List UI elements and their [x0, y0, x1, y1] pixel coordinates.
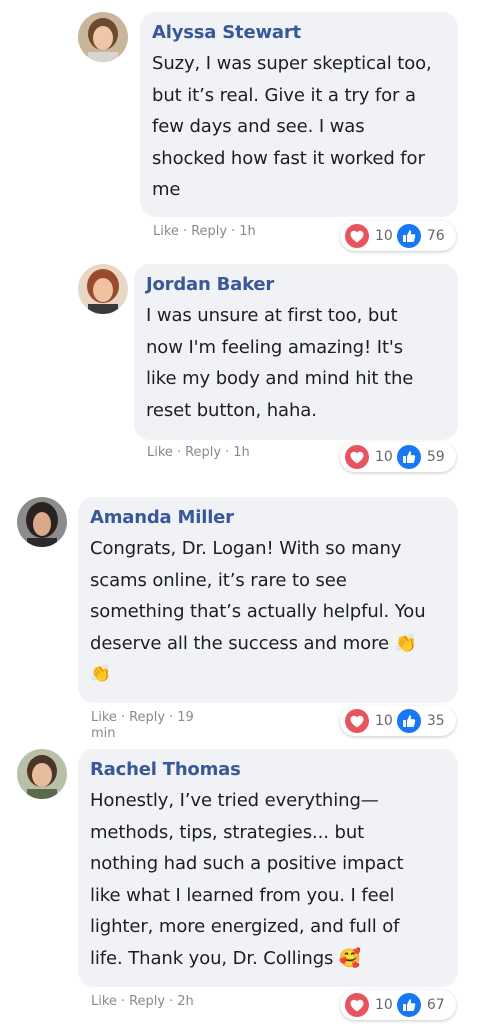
heart-icon — [345, 993, 369, 1017]
comment-line: I was unsure at first too, but — [146, 305, 398, 326]
avatar[interactable] — [17, 749, 67, 799]
separator: · — [120, 710, 126, 725]
heart-icon — [345, 445, 369, 469]
comment-line: reset button, haha. — [146, 399, 317, 421]
comment-line: scams online, it’s rare to see — [90, 569, 347, 591]
comment-line: like my body and mind hit the — [146, 368, 414, 389]
comment-bubble: Amanda Miller Congrats, Dr. Logan! With … — [78, 497, 458, 703]
love-count: 10 — [375, 228, 393, 244]
comment-actions: Like · Reply · 1h — [147, 445, 250, 461]
reactions-pill[interactable]: 10 76 — [340, 221, 456, 251]
separator: · — [182, 224, 188, 239]
love-count: 10 — [375, 713, 393, 729]
comment-line: 👏 — [90, 664, 112, 684]
separator: · — [225, 445, 230, 460]
thumbs-up-icon — [396, 224, 421, 248]
comment-author[interactable]: Alyssa Stewart — [152, 21, 446, 45]
reply-link[interactable]: Reply — [185, 445, 221, 460]
heart-icon — [345, 224, 369, 248]
comment-line: but it’s real. Give it a try for a — [152, 84, 416, 106]
comment-line: me — [152, 179, 181, 200]
comment-author[interactable]: Rachel Thomas — [90, 758, 446, 782]
like-count: 76 — [426, 228, 445, 244]
timestamp[interactable]: 1h — [233, 445, 250, 460]
comment-author[interactable]: Amanda Miller — [90, 506, 446, 530]
comment-actions: Like · Reply · 19 min — [91, 710, 194, 742]
timestamp[interactable]: 2h — [177, 994, 194, 1009]
like-count: 59 — [426, 449, 445, 465]
comment-line: now I'm feeling amazing! It's — [146, 336, 404, 358]
like-link[interactable]: Like — [147, 445, 173, 460]
avatar[interactable] — [78, 264, 128, 314]
like-link[interactable]: Like — [153, 224, 179, 239]
like-link[interactable]: Like — [91, 994, 117, 1009]
like-link[interactable]: Like — [91, 710, 117, 725]
comment-bubble: Rachel Thomas Honestly, I’ve tried every… — [78, 749, 458, 987]
avatar[interactable] — [78, 12, 128, 62]
thumbs-up-icon — [396, 993, 421, 1017]
comment-text: I was unsure at first too, but now I'm f… — [146, 300, 446, 426]
comment-bubble: Jordan Baker I was unsure at first too, … — [134, 264, 458, 440]
comment-line: something that’s actually helpful. You — [90, 601, 426, 622]
timestamp[interactable]: 1h — [239, 224, 256, 239]
separator: · — [120, 994, 126, 1009]
separator: · — [231, 224, 236, 239]
comment-line: Honestly, I’ve tried everything— — [90, 790, 379, 811]
comment-line: deserve all the success and more 👏 — [90, 632, 417, 654]
comment-text: Congrats, Dr. Logan! With so many scams … — [90, 533, 446, 691]
comment-line: life. Thank you, Dr. Collings 🥰 — [90, 947, 362, 969]
avatar[interactable] — [17, 497, 67, 547]
comment-line: shocked how fast it worked for — [152, 147, 425, 169]
comment-bubble: Alyssa Stewart Suzy, I was super skeptic… — [140, 12, 458, 217]
heart-icon — [345, 709, 369, 733]
reply-link[interactable]: Reply — [191, 224, 227, 239]
thumbs-up-icon — [396, 709, 421, 733]
reactions-pill[interactable]: 10 35 — [340, 706, 456, 736]
reactions-pill[interactable]: 10 59 — [340, 442, 456, 472]
comment-actions: Like · Reply · 2h — [91, 994, 194, 1010]
thumbs-up-icon — [396, 445, 421, 469]
comment-line: Congrats, Dr. Logan! With so many — [90, 538, 402, 559]
separator: · — [169, 710, 174, 725]
comment-line: lighter, more energized, and full of — [90, 916, 400, 937]
comment-line: nothing had such a positive impact — [90, 853, 404, 874]
like-count: 35 — [426, 713, 445, 729]
comment-line: methods, tips, strategies... but — [90, 821, 365, 843]
reactions-pill[interactable]: 10 67 — [340, 990, 456, 1020]
comment-text: Suzy, I was super skeptical too, but it’… — [152, 48, 446, 206]
love-count: 10 — [375, 997, 393, 1013]
love-count: 10 — [375, 449, 393, 465]
comment-author[interactable]: Jordan Baker — [146, 273, 446, 297]
separator: · — [176, 445, 182, 460]
comment-line: Suzy, I was super skeptical too, — [152, 53, 432, 74]
like-count: 67 — [426, 997, 445, 1013]
reply-link[interactable]: Reply — [129, 710, 165, 725]
separator: · — [169, 994, 174, 1009]
comment-line: few days and see. I was — [152, 116, 365, 137]
comment-actions: Like · Reply · 1h — [153, 224, 256, 240]
reply-link[interactable]: Reply — [129, 994, 165, 1009]
comment-text: Honestly, I’ve tried everything— methods… — [90, 785, 446, 974]
comment-line: like what I learned from you. I feel — [90, 884, 395, 906]
